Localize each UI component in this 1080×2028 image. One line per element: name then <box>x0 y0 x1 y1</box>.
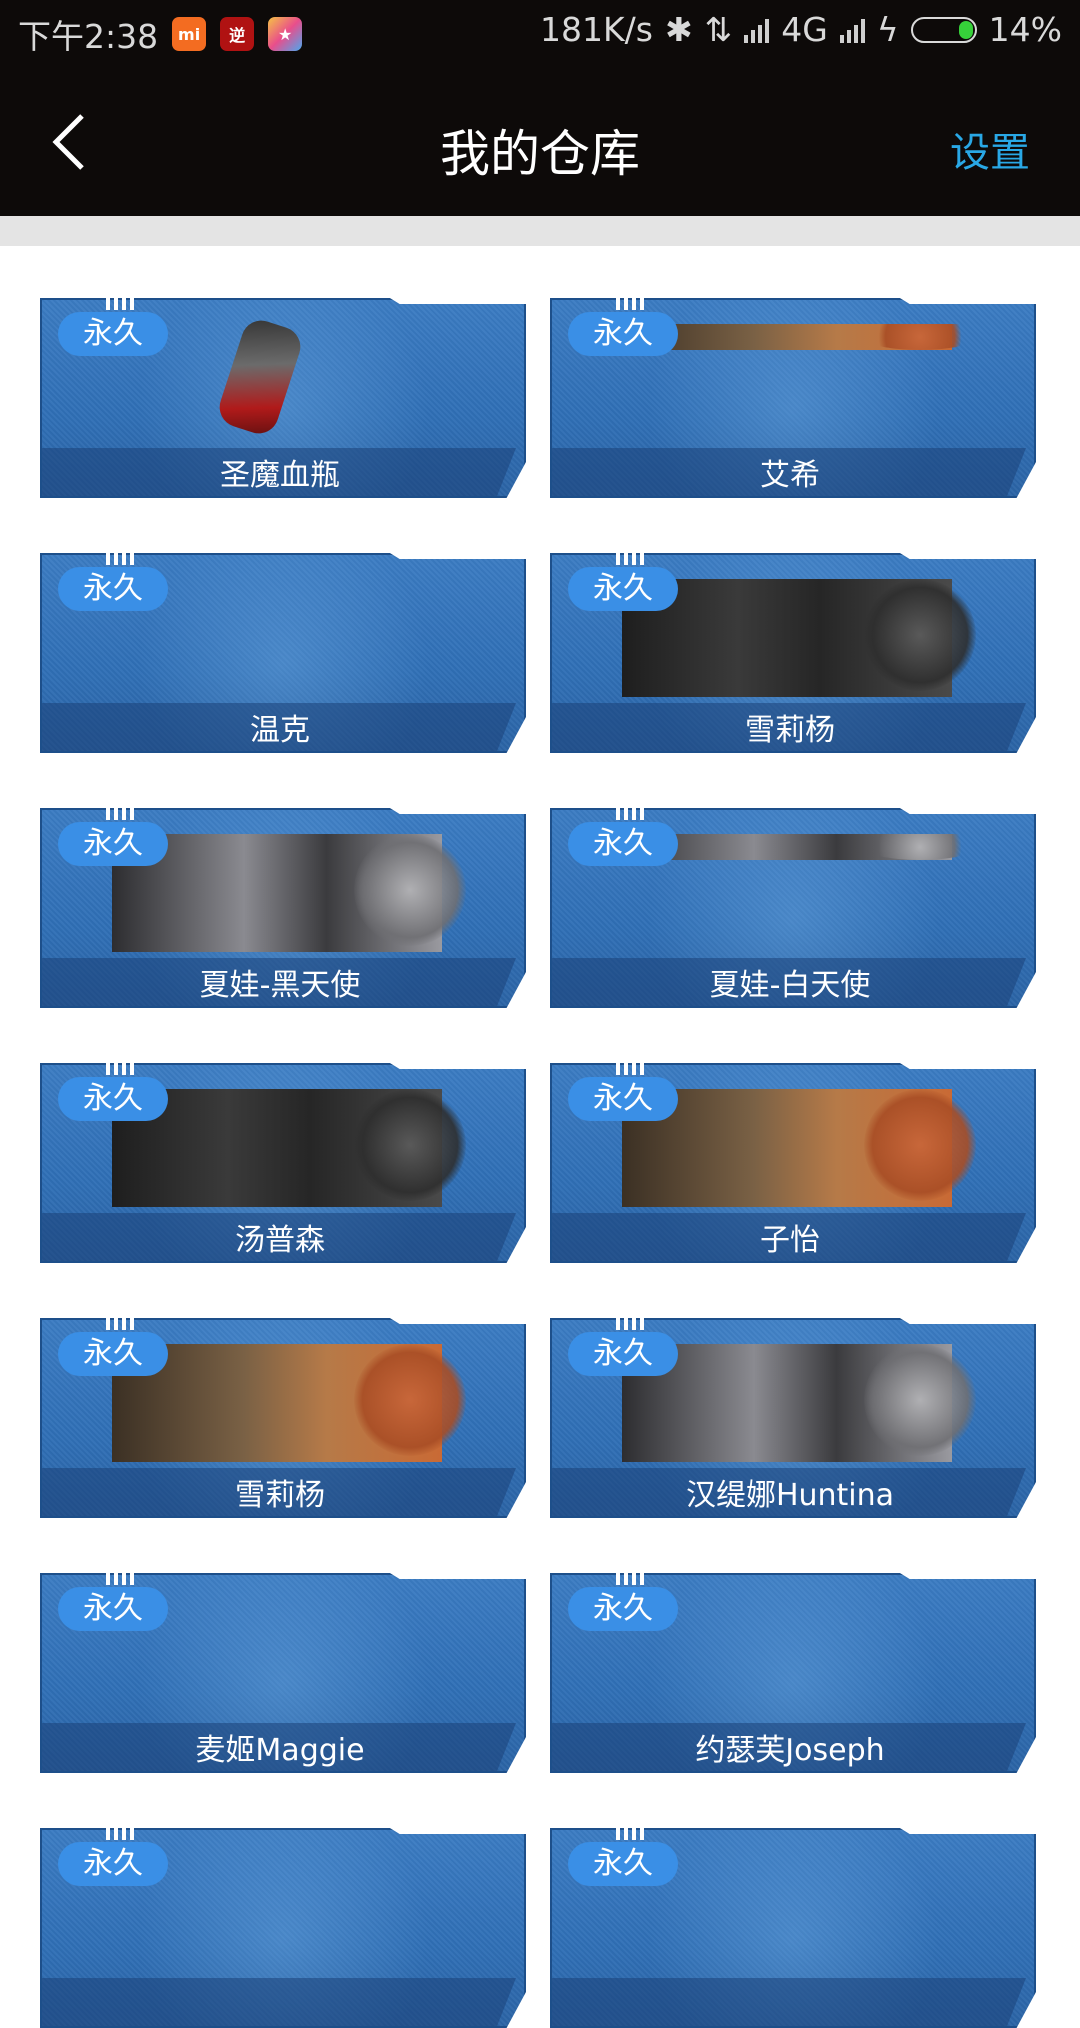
data-transfer-icon: ⇅ <box>704 10 733 49</box>
inventory-card[interactable]: 永久汤普森 <box>40 1057 526 1263</box>
sword-emblem-icon <box>864 579 976 691</box>
title-bar: 我的仓库 设置 <box>0 62 1080 216</box>
item-name: 麦姬Maggie <box>195 1733 365 1768</box>
inventory-card[interactable]: 永久雪莉杨 <box>550 547 1036 753</box>
signal-icon <box>744 17 770 43</box>
duration-badge: 永久 <box>58 1077 168 1121</box>
duration-badge: 永久 <box>568 1332 678 1376</box>
item-name: 圣魔血瓶 <box>220 458 340 493</box>
card-ticks <box>616 1312 646 1332</box>
fist-emblem-icon <box>354 1344 466 1456</box>
charging-icon: ϟ <box>876 10 899 49</box>
duration-badge: 永久 <box>568 822 678 866</box>
card-ticks <box>616 1057 646 1077</box>
network-type: 4G <box>781 10 828 49</box>
inventory-card[interactable]: 永久夏娃-黑天使 <box>40 802 526 1008</box>
page-title: 我的仓库 <box>440 125 640 183</box>
item-name: 汉缇娜Huntina <box>685 1478 895 1513</box>
card-ticks <box>616 547 646 567</box>
card-ticks <box>616 802 646 822</box>
status-bar: 下午2:38 mi 逆 ★ 181K/s ✱ ⇅ 4G ϟ 14% <box>0 0 1080 62</box>
inventory-card[interactable]: 永久温克 <box>40 547 526 753</box>
star-emblem-icon <box>864 834 976 860</box>
status-time: 下午2:38 <box>18 17 159 56</box>
duration-badge: 永久 <box>58 312 168 356</box>
sword-emblem-icon <box>354 1089 466 1201</box>
inventory-card[interactable]: 永久雪莉杨 <box>40 1312 526 1518</box>
duration-badge: 永久 <box>568 1587 678 1631</box>
signal-icon-2 <box>839 17 865 43</box>
item-name: 夏娃-黑天使 <box>199 968 361 1003</box>
settings-button[interactable]: 设置 <box>950 120 1030 178</box>
card-ticks <box>616 292 646 312</box>
inventory-card[interactable]: 永久圣魔血瓶 <box>40 292 526 498</box>
item-name: 汤普森 <box>235 1223 325 1258</box>
inventory-card[interactable]: 永久约瑟芙Joseph <box>550 1567 1036 1773</box>
bluetooth-icon: ✱ <box>664 10 693 49</box>
inventory-card[interactable]: 永久 <box>40 1822 526 2028</box>
duration-badge: 永久 <box>568 312 678 356</box>
mi-icon: mi <box>172 17 207 51</box>
item-name: 雪莉杨 <box>235 1478 325 1513</box>
inventory-card[interactable]: 永久夏娃-白天使 <box>550 802 1036 1008</box>
item-name: 子怡 <box>760 1223 820 1258</box>
star-emblem-icon <box>354 834 466 946</box>
item-name: 夏娃-白天使 <box>709 968 871 1003</box>
battery-icon <box>910 16 977 43</box>
inventory-card[interactable]: 永久麦姬Maggie <box>40 1567 526 1773</box>
duration-badge: 永久 <box>568 1842 678 1886</box>
star-app-icon: ★ <box>268 17 303 51</box>
duration-badge: 永久 <box>58 1842 168 1886</box>
fist-emblem-icon <box>864 1089 976 1201</box>
divider-strip <box>0 216 1080 246</box>
status-left: 下午2:38 mi 逆 ★ <box>18 10 303 58</box>
name-bar <box>42 1978 516 2026</box>
card-ticks <box>106 802 136 822</box>
card-ticks <box>106 1057 136 1077</box>
status-right: 181K/s ✱ ⇅ 4G ϟ 14% <box>540 10 1062 49</box>
duration-badge: 永久 <box>58 567 168 611</box>
card-ticks <box>616 1822 646 1842</box>
duration-badge: 永久 <box>58 1332 168 1376</box>
duration-badge: 永久 <box>568 567 678 611</box>
inventory-card[interactable]: 永久汉缇娜Huntina <box>550 1312 1036 1518</box>
duration-badge: 永久 <box>58 1587 168 1631</box>
card-ticks <box>106 1567 136 1587</box>
duration-badge: 永久 <box>58 822 168 866</box>
card-ticks <box>106 547 136 567</box>
network-speed: 181K/s <box>540 10 653 49</box>
item-name: 艾希 <box>760 458 820 493</box>
inventory-card[interactable]: 永久艾希 <box>550 292 1036 498</box>
star-emblem-icon <box>864 1344 976 1456</box>
name-bar <box>552 1978 1026 2026</box>
game-icon: 逆 <box>220 17 255 51</box>
inventory-card[interactable]: 永久 <box>550 1822 1036 2028</box>
card-ticks <box>106 1822 136 1842</box>
battery-percent: 14% <box>988 10 1062 49</box>
card-ticks <box>616 1567 646 1587</box>
duration-badge: 永久 <box>568 1077 678 1121</box>
fist-emblem-icon <box>864 324 976 350</box>
item-name: 温克 <box>250 713 310 748</box>
item-name: 雪莉杨 <box>745 713 835 748</box>
card-ticks <box>106 292 136 312</box>
inventory-card[interactable]: 永久子怡 <box>550 1057 1036 1263</box>
item-name: 约瑟芙Joseph <box>695 1733 885 1768</box>
card-ticks <box>106 1312 136 1332</box>
